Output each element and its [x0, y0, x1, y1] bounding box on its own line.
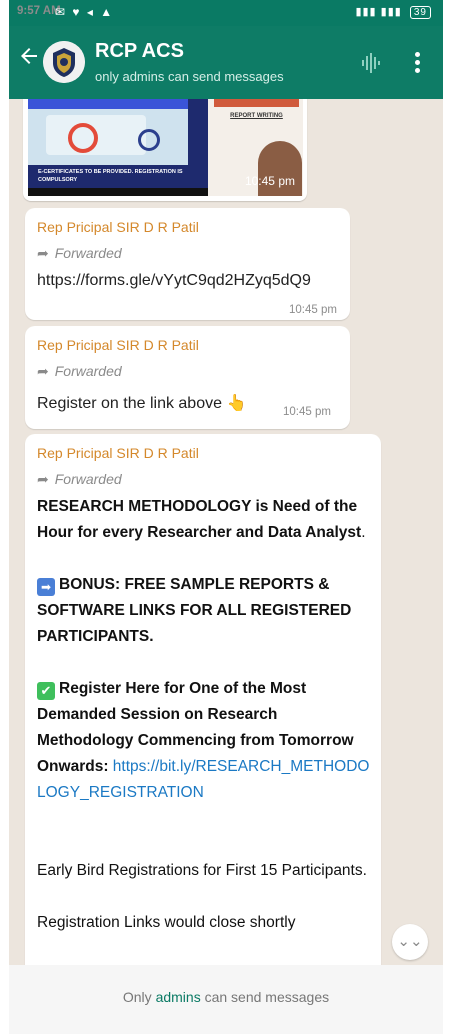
- admins-only-footer: Only admins can send messages: [9, 965, 443, 1034]
- forwarded-label: ➦ Forwarded: [37, 471, 122, 487]
- scroll-down-icon[interactable]: ⌄⌄: [392, 924, 428, 960]
- poster-image[interactable]: E-CERTIFICATES TO BE PROVIDED. REGISTRAT…: [28, 99, 303, 196]
- message-bubble[interactable]: Rep Pricipal SIR D R Patil ➦ Forwarded RE…: [25, 434, 381, 965]
- audio-call-icon[interactable]: [359, 51, 383, 75]
- phone-screen: 9:57 AM ✉ ♥ ◂ ▲ ▮▮▮ ▮▮▮ 39 RCP ACS only …: [9, 0, 443, 1034]
- status-bar: 9:57 AM ✉ ♥ ◂ ▲ ▮▮▮ ▮▮▮ 39: [9, 0, 443, 26]
- forwarded-label: ➦ Forwarded: [37, 245, 122, 261]
- message-bubble[interactable]: Rep Pricipal SIR D R Patil ➦ Forwarded Re…: [25, 326, 350, 429]
- chat-subtitle: only admins can send messages: [95, 69, 284, 84]
- signal-icons: ▮▮▮ ▮▮▮ 39: [355, 5, 431, 19]
- chat-title[interactable]: RCP ACS: [95, 40, 184, 63]
- notification-icons: ✉ ♥ ◂ ▲: [55, 5, 115, 19]
- poster-band: [28, 99, 188, 109]
- sender-name[interactable]: Rep Pricipal SIR D R Patil: [37, 219, 199, 235]
- battery-icon: 39: [409, 6, 431, 19]
- forward-icon: ➦: [37, 245, 49, 261]
- chat-header[interactable]: RCP ACS only admins can send messages: [9, 26, 443, 99]
- back-arrow-icon[interactable]: [17, 44, 41, 68]
- message-text: Register on the link above 👆: [37, 395, 247, 412]
- group-avatar[interactable]: [43, 41, 85, 83]
- check-mark-emoji: ✔: [37, 682, 55, 700]
- right-arrow-emoji: ➡: [37, 578, 55, 596]
- message-list[interactable]: E-CERTIFICATES TO BE PROVIDED. REGISTRAT…: [9, 99, 443, 965]
- pointing-up-emoji: 👆: [226, 395, 247, 412]
- message-link[interactable]: https://forms.gle/vYytC9qd2HZyq5dQ9: [37, 272, 311, 290]
- admins-only-notice: Only admins can send messages: [122, 989, 330, 1005]
- more-options-icon[interactable]: [407, 50, 427, 76]
- poster-illustration: [28, 109, 188, 165]
- poster-footer-strip: [28, 188, 228, 196]
- sender-name[interactable]: Rep Pricipal SIR D R Patil: [37, 445, 199, 461]
- forwarded-label: ➦ Forwarded: [37, 363, 122, 379]
- forward-icon: ➦: [37, 363, 49, 379]
- message-time: 10:45 pm: [244, 174, 295, 188]
- sender-name[interactable]: Rep Pricipal SIR D R Patil: [37, 337, 199, 353]
- message-text: RESEARCH METHODOLOGY is Need of the Hour…: [37, 498, 370, 931]
- message-bubble[interactable]: Rep Pricipal SIR D R Patil ➦ Forwarded ht…: [25, 208, 350, 320]
- poster-report-writing: REPORT WRITING: [230, 113, 283, 119]
- image-message[interactable]: E-CERTIFICATES TO BE PROVIDED. REGISTRAT…: [23, 99, 307, 201]
- forward-icon: ➦: [37, 471, 49, 487]
- message-time: 10:45 pm: [283, 406, 331, 418]
- admins-link[interactable]: admins: [156, 989, 201, 1005]
- message-time: 10:45 pm: [289, 304, 337, 316]
- poster-header-box: [214, 99, 299, 107]
